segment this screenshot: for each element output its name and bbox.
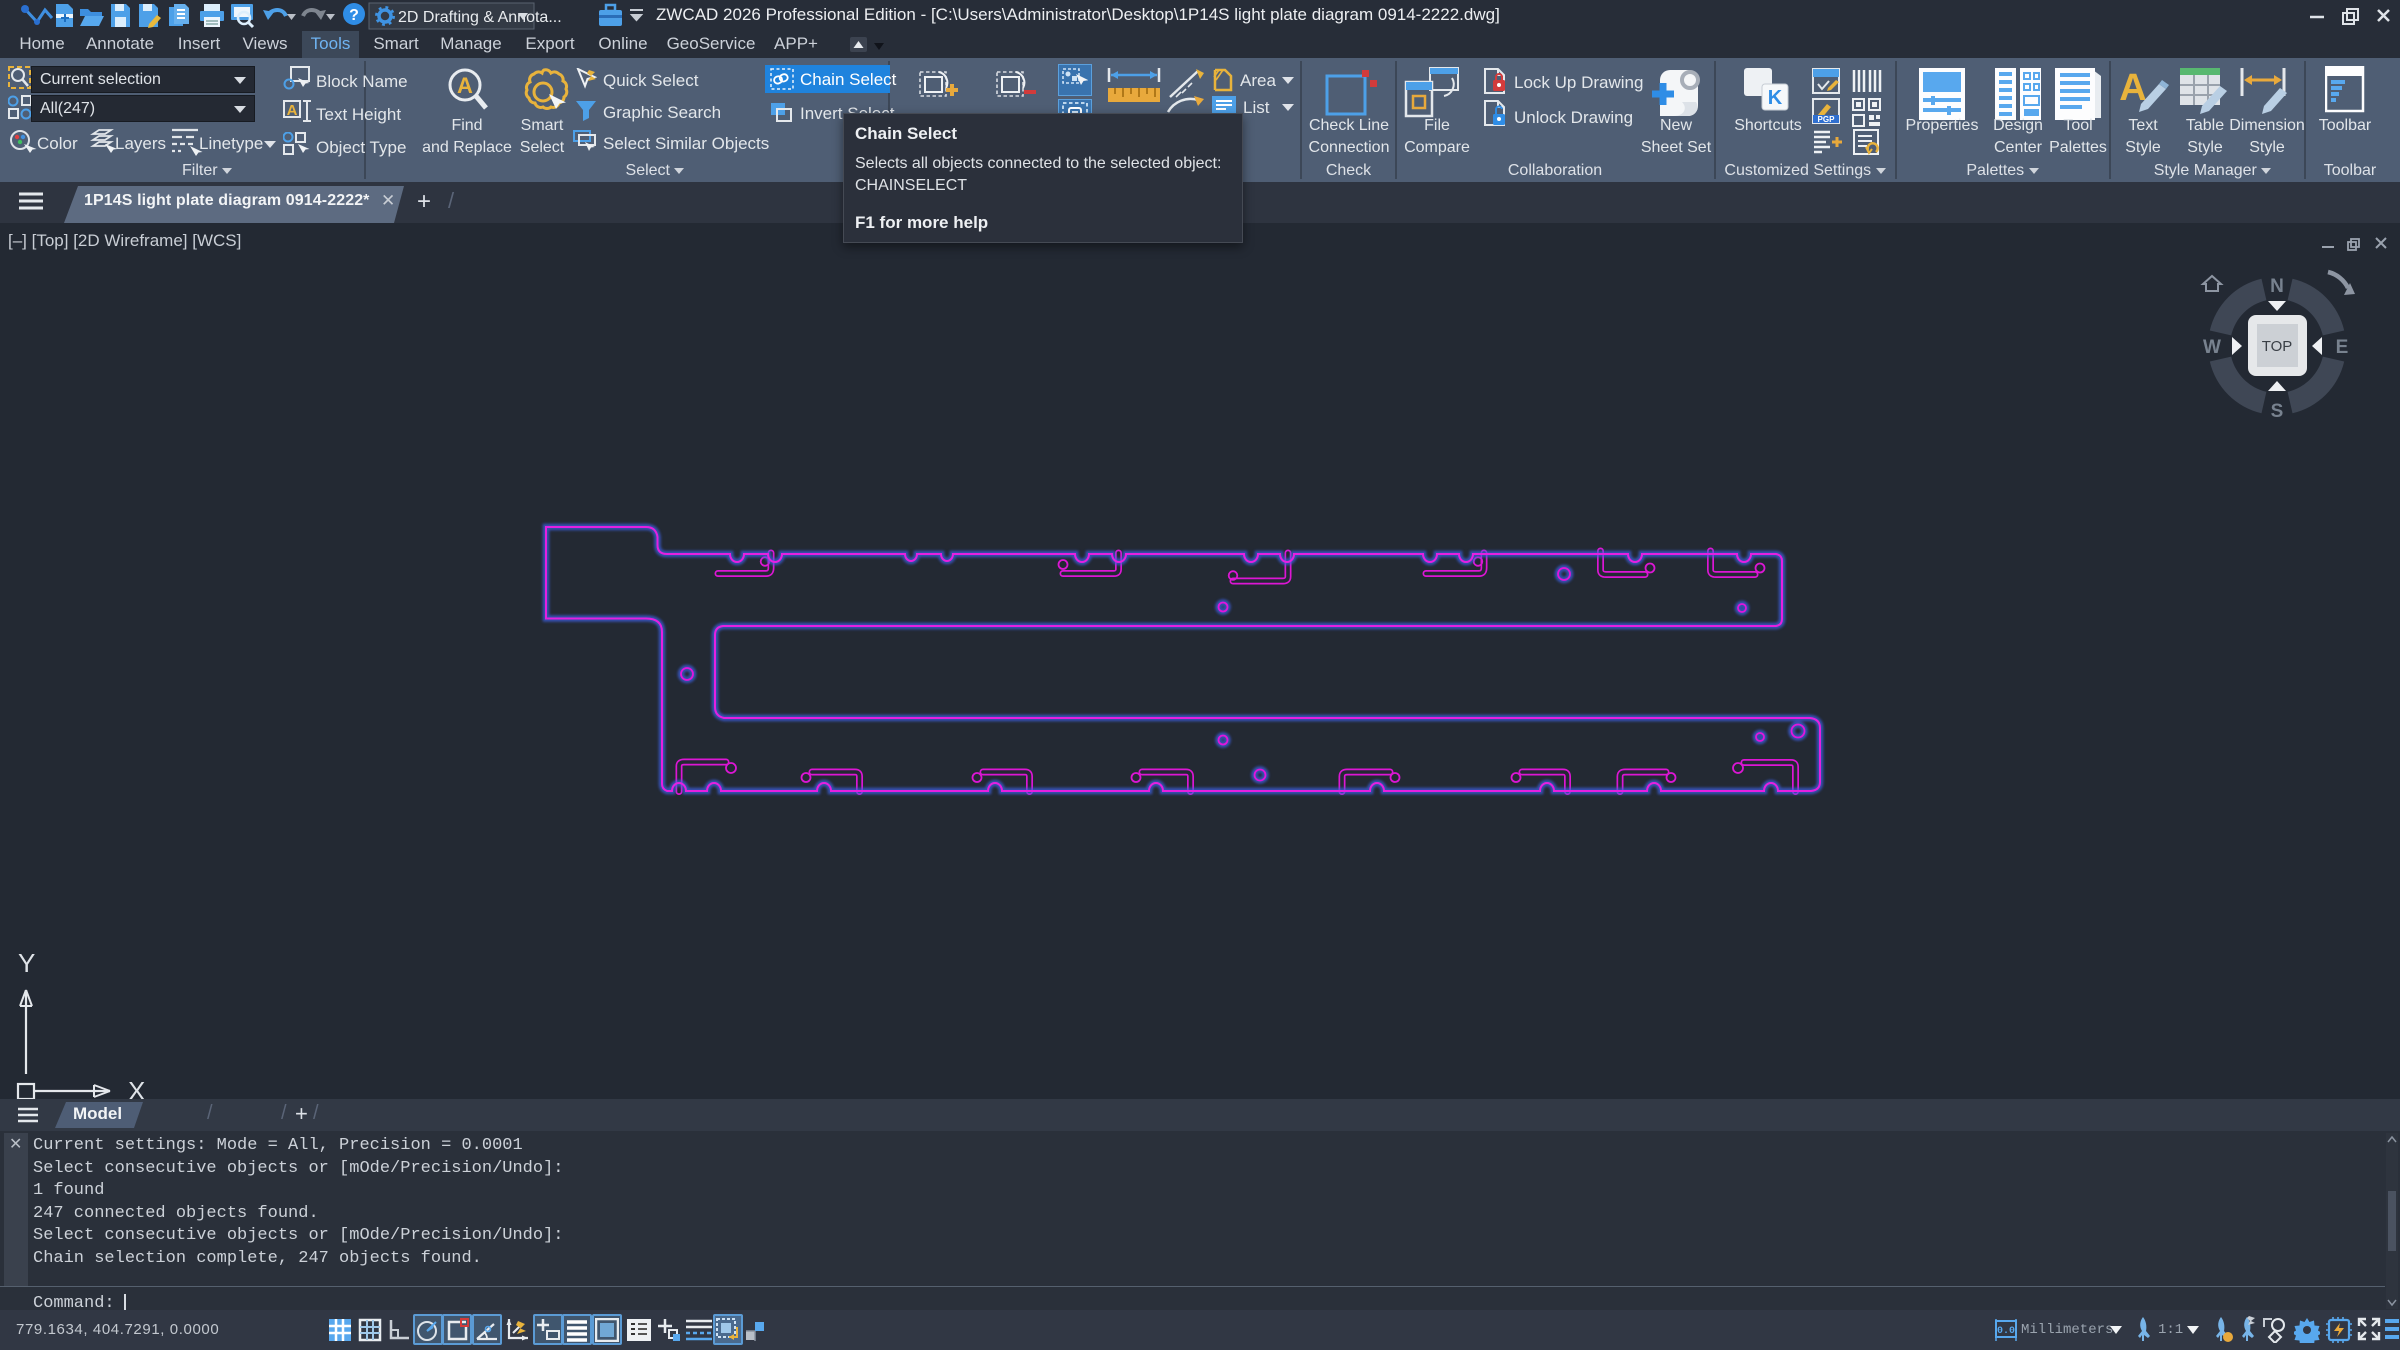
svg-text:0.0: 0.0: [1997, 1326, 2015, 1337]
svg-text:W: W: [2203, 337, 2221, 358]
svg-text:TOP: TOP: [2262, 338, 2293, 355]
svg-text:E: E: [2336, 337, 2349, 358]
svg-text:N: N: [2270, 276, 2284, 297]
svg-text:S: S: [2271, 401, 2284, 422]
svg-text:Y: Y: [18, 948, 35, 978]
